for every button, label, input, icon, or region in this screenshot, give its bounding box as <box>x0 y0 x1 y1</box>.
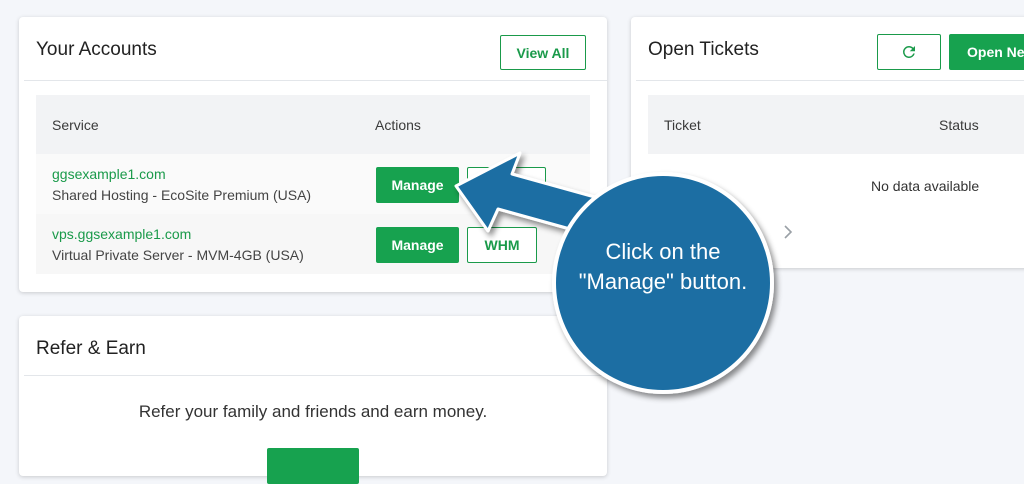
callout-graphic <box>454 151 774 394</box>
callout-text: Click on the "Manage" button. <box>578 239 748 294</box>
